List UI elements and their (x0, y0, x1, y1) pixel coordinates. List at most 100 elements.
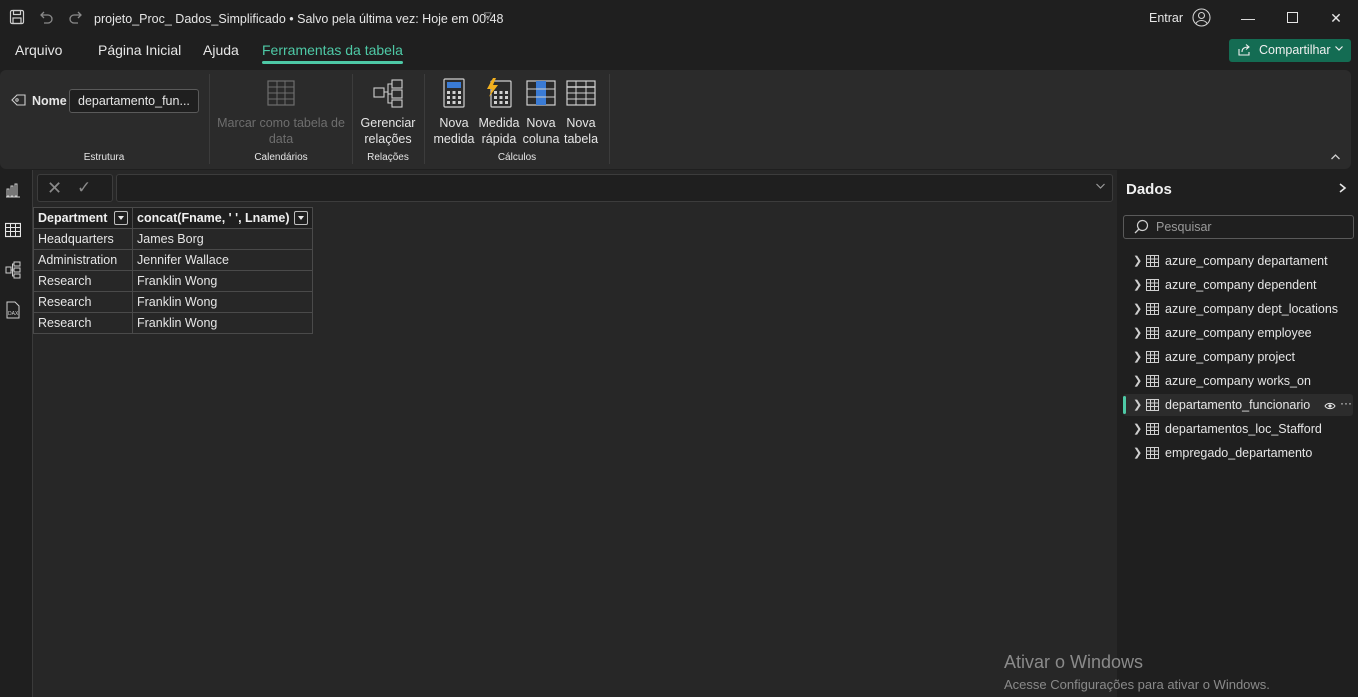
tag-icon (11, 93, 27, 110)
share-label: Compartilhar (1259, 43, 1331, 57)
table-view-icon[interactable] (4, 222, 23, 240)
table-row: Research Franklin Wong (33, 312, 313, 334)
tab-ferramentas-da-tabela[interactable]: Ferramentas da tabela (262, 42, 403, 58)
commit-formula-icon[interactable]: ✓ (77, 178, 91, 198)
table-list-item[interactable]: ❯ empregado_departamento (1123, 442, 1353, 464)
manage-relations-icon (372, 79, 404, 111)
table-list-item-selected[interactable]: ❯ departamento_funcionario ··· (1123, 394, 1353, 416)
table-cell[interactable]: Franklin Wong (132, 270, 313, 292)
minimize-icon[interactable]: — (1237, 7, 1259, 29)
quick-measure-button[interactable]: Medida rápida (477, 78, 521, 147)
chevron-right-icon[interactable]: ❯ (1133, 278, 1142, 291)
report-view-icon[interactable] (5, 182, 23, 200)
chevron-right-icon[interactable]: ❯ (1133, 254, 1142, 267)
redo-icon[interactable] (67, 9, 85, 27)
table-icon (1146, 255, 1159, 267)
table-name-input[interactable]: departamento_fun... (69, 89, 199, 113)
expand-formula-icon[interactable] (1095, 181, 1106, 193)
table-cell[interactable]: Franklin Wong (132, 291, 313, 313)
chevron-right-icon[interactable]: ❯ (1133, 374, 1142, 387)
table-icon (1146, 279, 1159, 291)
search-icon (1134, 219, 1150, 235)
chevron-down-icon (1334, 42, 1344, 56)
active-tab-indicator (262, 61, 403, 64)
table-cell[interactable]: James Borg (132, 228, 313, 250)
dax-query-icon[interactable]: DAX (5, 301, 23, 319)
table-cell[interactable]: Headquarters (33, 228, 133, 250)
avatar-icon[interactable] (1192, 8, 1211, 27)
table-row: Headquarters James Borg (33, 228, 313, 250)
column-header-department[interactable]: Department (33, 207, 133, 229)
more-options-icon[interactable]: ··· (1340, 396, 1352, 410)
document-title[interactable]: projeto_Proc_ Dados_Simplificado • Salvo… (94, 12, 503, 26)
table-name: azure_company dependent (1165, 278, 1317, 292)
chevron-right-icon[interactable]: ❯ (1133, 446, 1142, 459)
name-label: Nome (32, 94, 67, 108)
table-cell[interactable]: Jennifer Wallace (132, 249, 313, 271)
quick-measure-line1: Medida (478, 116, 520, 130)
table-list-item[interactable]: ❯ azure_company employee (1123, 322, 1353, 344)
title-dropdown-icon[interactable]: ▽ (484, 11, 492, 22)
table-row: Research Franklin Wong (33, 291, 313, 313)
new-table-button[interactable]: Nova tabela (562, 78, 600, 147)
chevron-right-icon[interactable]: ❯ (1133, 302, 1142, 315)
table-icon (1146, 303, 1159, 315)
group-label-calculos: Cálculos (497, 152, 537, 163)
quick-measure-icon (485, 78, 513, 111)
table-icon (1146, 423, 1159, 435)
calendar-table-icon (266, 80, 296, 111)
share-button[interactable]: Compartilhar (1229, 39, 1351, 62)
mark-date-table-button[interactable]: Marcar como tabela de data (217, 78, 345, 147)
new-column-button[interactable]: Nova coluna (521, 78, 561, 147)
table-list-item[interactable]: ❯ azure_company project (1123, 346, 1353, 368)
search-placeholder: Pesquisar (1156, 220, 1212, 234)
new-measure-line2: medida (433, 132, 475, 146)
selection-indicator (1123, 396, 1126, 414)
table-cell[interactable]: Research (33, 291, 133, 313)
maximize-icon[interactable] (1281, 7, 1303, 29)
column-header-concat[interactable]: concat(Fname, ' ', Lname) (132, 207, 313, 229)
collapse-ribbon-icon[interactable] (1330, 150, 1341, 164)
table-cell[interactable]: Research (33, 270, 133, 292)
filter-dropdown-icon[interactable] (293, 211, 308, 225)
chevron-right-icon[interactable]: ❯ (1133, 398, 1142, 411)
filter-dropdown-icon[interactable] (114, 211, 128, 225)
new-table-line1: Nova (566, 116, 596, 130)
ribbon: Nome departamento_fun... Estrutura Marca… (0, 70, 1351, 169)
chevron-right-icon[interactable]: ❯ (1133, 422, 1142, 435)
table-list-item[interactable]: ❯ azure_company works_on (1123, 370, 1353, 392)
svg-text:DAX: DAX (8, 311, 19, 317)
tab-pagina-inicial[interactable]: Página Inicial (98, 42, 181, 58)
eye-icon[interactable] (1324, 400, 1336, 410)
tab-arquivo[interactable]: Arquivo (15, 42, 62, 58)
save-icon[interactable] (8, 9, 26, 27)
manage-relations-button[interactable]: Gerenciar relações (358, 78, 418, 147)
data-grid: Department concat(Fname, ' ', Lname) Hea… (33, 207, 313, 334)
table-name: departamentos_loc_Stafford (1165, 422, 1322, 436)
signin-link[interactable]: Entrar (1149, 11, 1183, 25)
new-measure-button[interactable]: Nova medida (432, 78, 476, 147)
table-list-item[interactable]: ❯ departamentos_loc_Stafford (1123, 418, 1353, 440)
formula-input[interactable] (116, 174, 1113, 202)
chevron-right-icon[interactable]: ❯ (1133, 326, 1142, 339)
calculator-icon (442, 78, 466, 111)
expand-pane-icon[interactable] (1339, 182, 1347, 196)
ribbon-divider (209, 74, 210, 164)
chevron-right-icon[interactable]: ❯ (1133, 350, 1142, 363)
cancel-formula-icon[interactable]: ✕ (47, 178, 62, 199)
table-cell[interactable]: Franklin Wong (132, 312, 313, 334)
close-icon[interactable]: ✕ (1325, 7, 1347, 29)
table-list-item[interactable]: ❯ azure_company departament (1123, 250, 1353, 272)
table-list-item[interactable]: ❯ azure_company dept_locations (1123, 298, 1353, 320)
data-pane-title: Dados (1126, 181, 1172, 198)
table-cell[interactable]: Research (33, 312, 133, 334)
header-row: Department concat(Fname, ' ', Lname) (33, 207, 313, 229)
table-cell[interactable]: Administration (33, 249, 133, 271)
column-header-label: concat(Fname, ' ', Lname) (137, 211, 290, 225)
model-view-icon[interactable] (5, 261, 23, 279)
tab-ajuda[interactable]: Ajuda (203, 42, 239, 58)
table-name: empregado_departamento (1165, 446, 1313, 460)
table-list-item[interactable]: ❯ azure_company dependent (1123, 274, 1353, 296)
new-column-line2: coluna (522, 132, 560, 146)
undo-icon[interactable] (37, 9, 55, 27)
